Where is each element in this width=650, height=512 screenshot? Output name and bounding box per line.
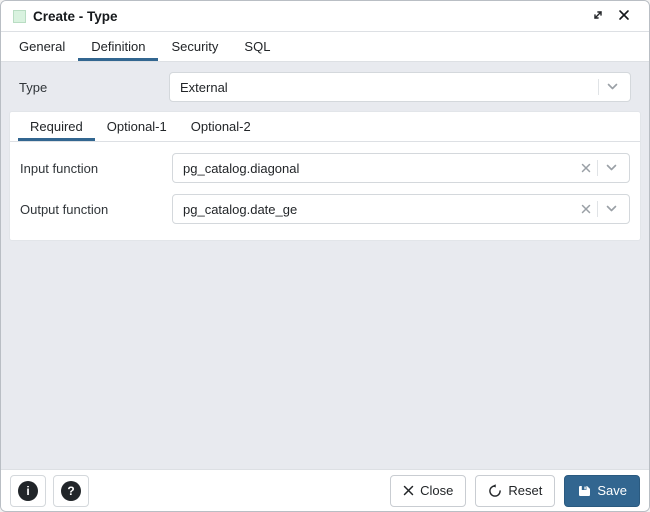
output-function-label: Output function <box>20 202 172 217</box>
chevron-down-icon[interactable] <box>598 205 621 213</box>
sub-tab-bar: Required Optional-1 Optional-2 <box>10 112 640 142</box>
type-icon <box>13 10 26 23</box>
title-bar: Create - Type <box>1 1 649 32</box>
footer-bar: i ? Close Reset <box>1 469 649 511</box>
close-button[interactable]: Close <box>390 475 466 507</box>
clear-icon[interactable] <box>575 204 597 214</box>
reset-icon <box>488 484 502 498</box>
close-icon <box>618 9 630 24</box>
main-tab-bar: General Definition Security SQL <box>1 32 649 62</box>
clear-icon[interactable] <box>575 163 597 173</box>
type-label: Type <box>19 80 169 95</box>
help-button[interactable]: ? <box>53 475 89 507</box>
input-function-row: Input function pg_catalog.diagonal <box>20 153 630 183</box>
close-button-label: Close <box>420 483 453 498</box>
tab-sql[interactable]: SQL <box>231 32 283 61</box>
save-button[interactable]: Save <box>564 475 640 507</box>
input-function-value: pg_catalog.diagonal <box>183 161 575 176</box>
output-function-row: Output function pg_catalog.date_ge <box>20 194 630 224</box>
tab-general[interactable]: General <box>6 32 78 61</box>
input-function-label: Input function <box>20 161 172 176</box>
output-function-value: pg_catalog.date_ge <box>183 202 575 217</box>
maximize-button[interactable] <box>585 4 611 28</box>
tab-security[interactable]: Security <box>158 32 231 61</box>
subtab-optional-1[interactable]: Optional-1 <box>95 112 179 141</box>
input-function-select[interactable]: pg_catalog.diagonal <box>172 153 630 183</box>
type-select-value: External <box>180 80 598 95</box>
expand-icon <box>591 8 605 25</box>
save-icon <box>577 484 591 498</box>
info-icon: i <box>18 481 38 501</box>
reset-button[interactable]: Reset <box>475 475 555 507</box>
dialog-title: Create - Type <box>33 9 585 24</box>
tab-definition[interactable]: Definition <box>78 32 158 61</box>
chevron-down-icon[interactable] <box>599 83 622 91</box>
output-function-select[interactable]: pg_catalog.date_ge <box>172 194 630 224</box>
definition-panel: Required Optional-1 Optional-2 Input fun… <box>9 111 641 241</box>
dialog-body: Type External Required Optional-1 Opt <box>1 62 649 469</box>
help-icon: ? <box>61 481 81 501</box>
create-type-dialog: Create - Type General Definition Securit… <box>0 0 650 512</box>
close-dialog-button[interactable] <box>611 4 637 28</box>
reset-button-label: Reset <box>508 483 542 498</box>
chevron-down-icon[interactable] <box>598 164 621 172</box>
info-button[interactable]: i <box>10 475 46 507</box>
type-row: Type External <box>19 72 631 102</box>
close-icon <box>403 485 414 496</box>
subtab-optional-2[interactable]: Optional-2 <box>179 112 263 141</box>
save-button-label: Save <box>597 483 627 498</box>
subtab-required[interactable]: Required <box>18 112 95 141</box>
type-select[interactable]: External <box>169 72 631 102</box>
